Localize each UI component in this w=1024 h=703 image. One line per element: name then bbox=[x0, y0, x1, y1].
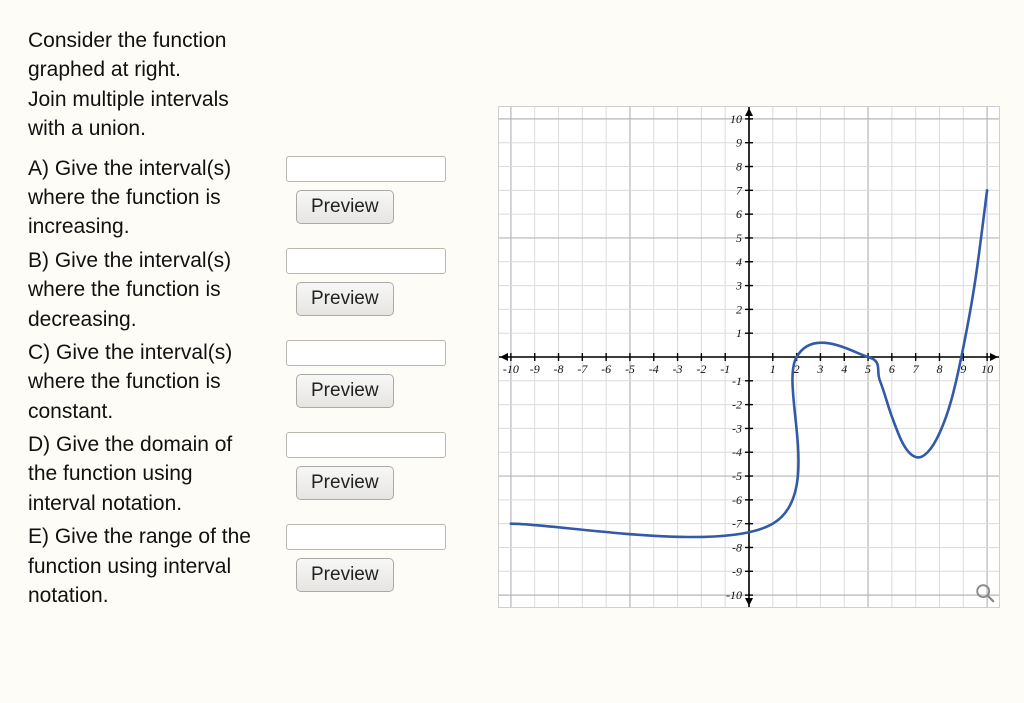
question-b: B) Give the interval(s) where the functi… bbox=[28, 246, 498, 334]
svg-text:-10: -10 bbox=[503, 362, 519, 376]
svg-text:-3: -3 bbox=[673, 362, 683, 376]
svg-text:-1: -1 bbox=[720, 362, 730, 376]
preview-b-button[interactable]: Preview bbox=[296, 282, 394, 316]
question-d-label: D) Give the domain of the function using… bbox=[28, 430, 268, 518]
svg-text:-3: -3 bbox=[732, 421, 742, 435]
svg-text:-10: -10 bbox=[726, 588, 742, 602]
svg-text:-8: -8 bbox=[732, 540, 742, 554]
preview-c-button[interactable]: Preview bbox=[296, 374, 394, 408]
intro-text: Consider the function graphed at right.J… bbox=[28, 26, 268, 144]
svg-text:-5: -5 bbox=[625, 362, 635, 376]
svg-text:-9: -9 bbox=[530, 362, 540, 376]
answer-e-input[interactable] bbox=[286, 524, 446, 550]
svg-text:5: 5 bbox=[736, 231, 742, 245]
question-c-label: C) Give the interval(s) where the functi… bbox=[28, 338, 268, 426]
svg-text:6: 6 bbox=[736, 207, 742, 221]
svg-text:10: 10 bbox=[730, 112, 742, 126]
svg-text:1: 1 bbox=[770, 362, 776, 376]
svg-text:3: 3 bbox=[816, 362, 823, 376]
svg-text:-6: -6 bbox=[601, 362, 611, 376]
answer-d-input[interactable] bbox=[286, 432, 446, 458]
svg-text:-2: -2 bbox=[732, 398, 742, 412]
svg-text:10: 10 bbox=[981, 362, 993, 376]
svg-text:-4: -4 bbox=[732, 445, 742, 459]
svg-text:2: 2 bbox=[736, 302, 742, 316]
svg-text:7: 7 bbox=[913, 362, 920, 376]
preview-e-button[interactable]: Preview bbox=[296, 558, 394, 592]
svg-text:8: 8 bbox=[936, 362, 942, 376]
svg-text:-4: -4 bbox=[649, 362, 659, 376]
question-a-label: A) Give the interval(s) where the functi… bbox=[28, 154, 268, 242]
preview-a-button[interactable]: Preview bbox=[296, 190, 394, 224]
svg-text:-2: -2 bbox=[696, 362, 706, 376]
answer-a-input[interactable] bbox=[286, 156, 446, 182]
answer-b-input[interactable] bbox=[286, 248, 446, 274]
question-e: E) Give the range of the function using … bbox=[28, 522, 498, 610]
svg-text:-8: -8 bbox=[554, 362, 564, 376]
svg-text:6: 6 bbox=[889, 362, 895, 376]
preview-d-button[interactable]: Preview bbox=[296, 466, 394, 500]
function-graph: -10-9-8-7-6-5-4-3-2-112345678910-10-9-8-… bbox=[498, 106, 1000, 608]
svg-text:-1: -1 bbox=[732, 374, 742, 388]
svg-text:5: 5 bbox=[865, 362, 871, 376]
svg-text:1: 1 bbox=[736, 326, 742, 340]
question-b-label: B) Give the interval(s) where the functi… bbox=[28, 246, 268, 334]
svg-text:-7: -7 bbox=[577, 362, 588, 376]
svg-text:7: 7 bbox=[736, 183, 743, 197]
question-e-label: E) Give the range of the function using … bbox=[28, 522, 268, 610]
question-c: C) Give the interval(s) where the functi… bbox=[28, 338, 498, 426]
svg-text:4: 4 bbox=[841, 362, 847, 376]
svg-text:-6: -6 bbox=[732, 493, 742, 507]
answer-c-input[interactable] bbox=[286, 340, 446, 366]
question-a: A) Give the interval(s) where the functi… bbox=[28, 154, 498, 242]
svg-text:4: 4 bbox=[736, 255, 742, 269]
svg-text:3: 3 bbox=[735, 279, 742, 293]
question-d: D) Give the domain of the function using… bbox=[28, 430, 498, 518]
svg-text:-9: -9 bbox=[732, 564, 742, 578]
svg-text:-7: -7 bbox=[732, 517, 743, 531]
svg-text:9: 9 bbox=[736, 136, 742, 150]
svg-text:-5: -5 bbox=[732, 469, 742, 483]
svg-text:8: 8 bbox=[736, 160, 742, 174]
